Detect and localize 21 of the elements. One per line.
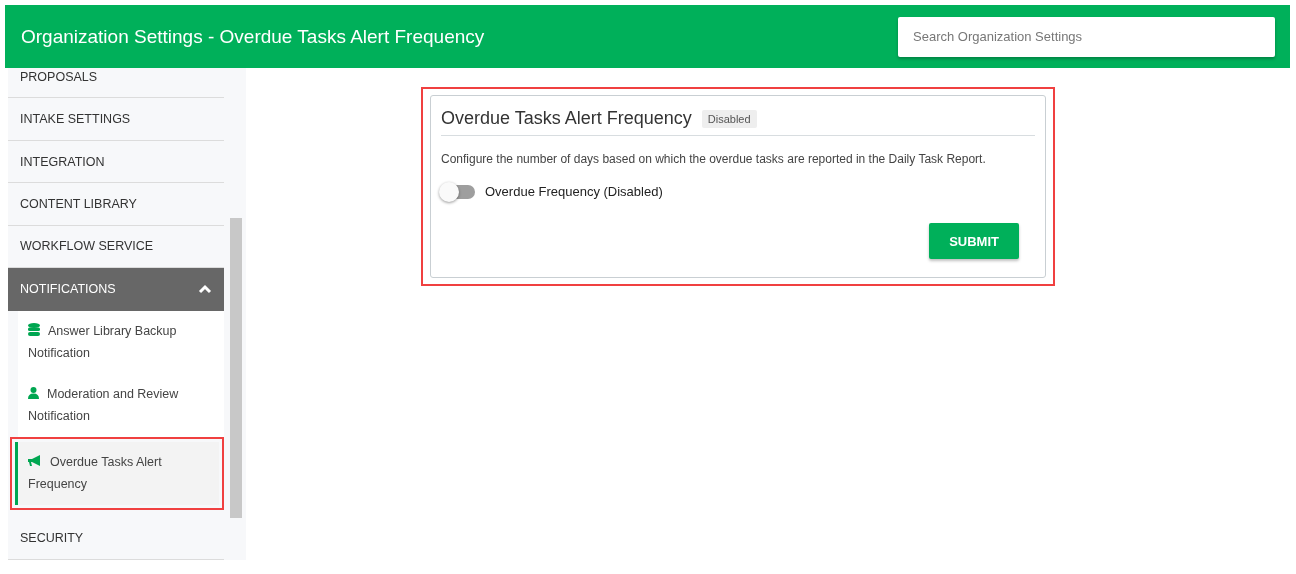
sidebar-item[interactable]: NOTIFICATIONS	[8, 268, 224, 311]
database-icon	[28, 322, 40, 336]
search-field[interactable]: Search Organization Settings	[898, 16, 1275, 57]
chevron-up-icon	[198, 283, 212, 294]
sidebar-item[interactable]: INTAKE SETTINGS	[8, 98, 224, 141]
sidebar-item[interactable]: INTEGRATION	[8, 140, 224, 184]
sidebar-item[interactable]: CONTENT LIBRARY	[8, 183, 224, 226]
status-badge: Disabled	[701, 109, 757, 128]
scrollbar[interactable]	[230, 218, 242, 518]
sidebar-subitem[interactable]: Answer Library Backup Notification	[18, 310, 224, 374]
sidebar-subitem[interactable]: Moderation and Review Notification	[18, 373, 224, 437]
megaphone-icon	[28, 454, 42, 467]
toggle-label: Overdue Frequency (Disabled)	[485, 184, 663, 199]
sidebar-item[interactable]: SECURITY	[8, 517, 224, 560]
page-title: Organization Settings - Overdue Tasks Alert Frequency	[21, 25, 485, 48]
sidebar-item[interactable]: PROPOSALS	[8, 68, 224, 99]
card-title: Overdue Tasks Alert Frequency	[441, 108, 692, 129]
user-icon	[28, 386, 39, 399]
sidebar-subitem[interactable]: Overdue Tasks Alert Frequency	[15, 441, 219, 505]
toggle-switch[interactable]	[441, 184, 475, 199]
description: Configure the number of days based on which the overdue tasks are reported in the Daily Task Report.	[441, 152, 987, 166]
